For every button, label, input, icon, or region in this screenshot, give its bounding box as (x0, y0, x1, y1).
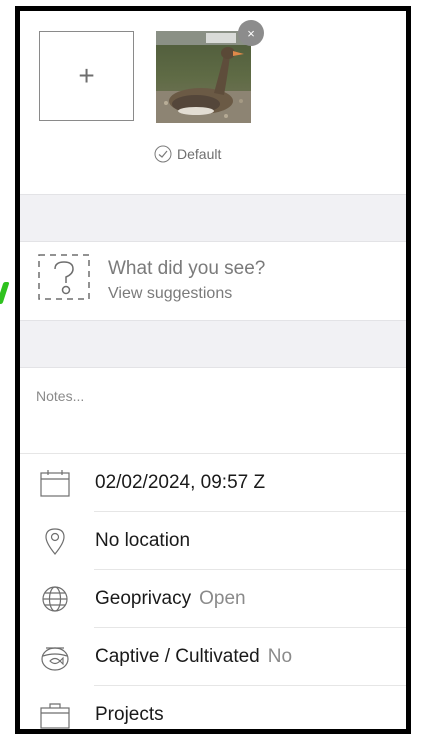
date-time-row[interactable]: 02/02/2024, 09:57 Z (20, 454, 406, 512)
species-selector[interactable]: What did you see? View suggestions (20, 242, 406, 320)
observation-form: + × Default What did you see? View sugge… (15, 6, 411, 734)
green-annotation-mark (0, 282, 10, 304)
notes-field[interactable]: Notes... (20, 368, 406, 454)
unknown-species-icon (38, 254, 90, 300)
check-circle-icon (154, 145, 172, 163)
globe-icon (42, 586, 68, 612)
date-time-value: 02/02/2024, 09:57 Z (95, 472, 266, 493)
geoprivacy-label: Geoprivacy (95, 588, 192, 609)
fishbowl-icon (41, 647, 69, 671)
captive-label: Captive / Cultivated (95, 646, 260, 667)
location-pin-icon (45, 528, 65, 555)
notes-placeholder: Notes... (36, 388, 85, 404)
add-photo-button[interactable]: + (39, 31, 134, 121)
location-row[interactable]: No location (20, 512, 406, 570)
view-suggestions-link[interactable]: View suggestions (108, 285, 232, 303)
calendar-icon (40, 470, 70, 497)
default-label: Default (177, 146, 222, 162)
default-photo-indicator[interactable]: Default (154, 144, 221, 164)
geoprivacy-value: Open (199, 588, 246, 609)
section-divider (20, 194, 406, 242)
goose-photo (156, 31, 251, 123)
captive-value: No (267, 646, 293, 667)
plus-icon: + (78, 60, 95, 91)
captive-cultivated-row[interactable]: Captive / Cultivated No (20, 628, 406, 686)
observation-photo[interactable] (156, 31, 251, 123)
section-divider (20, 320, 406, 368)
geoprivacy-setting: Geoprivacy Open (95, 570, 246, 628)
screen: + × Default What did you see? View sugge… (0, 0, 421, 738)
photo-section: + × Default (20, 11, 406, 194)
location-value: No location (95, 530, 191, 551)
close-icon: × (247, 25, 255, 41)
geoprivacy-row[interactable]: Geoprivacy Open (20, 570, 406, 628)
briefcase-icon (40, 703, 70, 729)
species-prompt: What did you see? (108, 258, 266, 279)
remove-photo-button[interactable]: × (238, 20, 264, 46)
captive-setting: Captive / Cultivated No (95, 628, 292, 686)
projects-row[interactable]: Projects (20, 686, 406, 729)
projects-label: Projects (95, 704, 164, 725)
